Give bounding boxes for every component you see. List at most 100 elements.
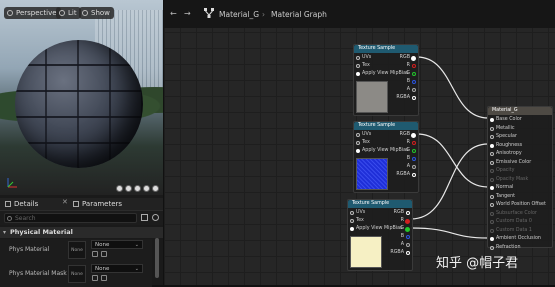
node-title: Texture Sample	[354, 45, 418, 53]
material-input-pin[interactable]: Opacity	[488, 167, 514, 175]
rgb-output-dot[interactable]	[411, 56, 416, 61]
pin-label: A	[406, 87, 410, 92]
material-input-pin[interactable]: Tangent	[488, 193, 515, 201]
material-input-pin[interactable]: Normal	[488, 184, 513, 192]
pin-label: Tex	[362, 63, 370, 68]
material-input-pin[interactable]: Specular	[488, 133, 517, 141]
r-output-dot[interactable]	[412, 64, 416, 68]
pin-label: UVs	[362, 55, 372, 60]
material-input-pin[interactable]: Base Color	[488, 116, 522, 124]
pin-label: Opacity	[496, 168, 515, 173]
material-input-pin[interactable]: Roughness	[488, 142, 522, 150]
tab-details-label: Details	[14, 200, 39, 208]
pin-label: Base Color	[496, 117, 522, 122]
lit-button[interactable]: Lit	[56, 7, 81, 19]
g-output-dot[interactable]	[412, 149, 416, 153]
pin-dot	[490, 194, 494, 199]
rgba-output-dot[interactable]	[406, 251, 410, 255]
close-details-icon[interactable]: ✕	[62, 198, 68, 206]
material-output-node[interactable]: Material_G Base Color Metallic Specular Rou…	[487, 106, 553, 250]
rgb-output-dot[interactable]	[406, 211, 410, 215]
a-output-dot[interactable]	[412, 165, 416, 169]
details-scrollbar[interactable]	[155, 238, 159, 278]
perspective-label: Perspective	[16, 9, 57, 17]
asset-dropdown[interactable]: None ⌄	[91, 264, 143, 273]
pin-dot	[490, 245, 494, 250]
forward-arrow-icon[interactable]: →	[184, 9, 191, 18]
view-options-icon[interactable]	[141, 214, 148, 221]
texture-sample-node[interactable]: Texture Sample UVs Tex Apply View MipBia…	[347, 199, 413, 271]
node-title: Texture Sample	[354, 122, 418, 130]
material-input-pin[interactable]: Opacity Mask	[488, 176, 528, 184]
g-output-dot[interactable]	[412, 72, 416, 76]
section-physical-material[interactable]: ▾ Physical Material	[0, 227, 163, 238]
material-input-pin[interactable]: Custom Data 1	[488, 227, 532, 235]
pin-dot	[490, 203, 494, 207]
rgb-output-dot[interactable]	[411, 133, 416, 138]
b-output-dot[interactable]	[406, 235, 410, 239]
material-input-pin[interactable]: Ambient Occlusion	[488, 235, 541, 243]
use-selected-icon[interactable]	[92, 251, 98, 257]
browse-icon[interactable]	[101, 275, 107, 281]
search-input[interactable]: Search	[4, 213, 137, 223]
rgba-output-dot[interactable]	[412, 96, 416, 100]
cube-preview-icon[interactable]	[143, 185, 150, 192]
breadcrumb-graph[interactable]: Material Graph	[271, 10, 327, 19]
material-input-pin[interactable]: World Position Offset	[488, 201, 546, 209]
material-input-pin[interactable]: Metallic	[488, 125, 515, 133]
tab-details[interactable]: Details	[2, 198, 38, 210]
show-button[interactable]: Show	[79, 7, 114, 19]
search-placeholder: Search	[15, 215, 36, 222]
rgba-output-dot[interactable]	[412, 173, 416, 177]
pin-label: B	[400, 234, 404, 239]
g-output-dot[interactable]	[405, 227, 410, 232]
pin-label: Tex	[362, 140, 370, 145]
plane-preview-icon[interactable]	[134, 185, 141, 192]
back-arrow-icon[interactable]: ←	[170, 9, 177, 18]
cylinder-preview-icon[interactable]	[116, 185, 123, 192]
details-tabbar: Details ✕ Parameters	[0, 198, 163, 211]
material-input-pin[interactable]: Custom Data 0	[488, 218, 532, 226]
asset-thumbnail[interactable]: None	[68, 265, 86, 283]
pin-dot	[490, 152, 494, 156]
sphere-preview-icon[interactable]	[125, 185, 132, 192]
b-output-dot[interactable]	[412, 157, 416, 161]
pin-label: Custom Data 1	[496, 227, 532, 233]
prop-label: Phys Material Mask	[9, 270, 67, 277]
pin-dot	[490, 160, 494, 165]
pin-dot	[490, 211, 494, 216]
mesh-preview-icon[interactable]	[152, 185, 159, 192]
browse-icon[interactable]	[101, 251, 107, 257]
breadcrumb-separator: ›	[262, 10, 265, 19]
pin-dot	[490, 143, 494, 148]
texture-sample-node[interactable]: Texture Sample UVs Tex Apply View MipBia…	[353, 121, 419, 193]
texture-sample-node[interactable]: Texture Sample UVs Tex Apply View MipBia…	[353, 44, 419, 116]
pin-label: R	[400, 218, 404, 223]
pin-label: R	[406, 140, 410, 145]
material-preview-viewport[interactable]: Perspective Lit Show	[0, 0, 163, 195]
node-title: Texture Sample	[348, 200, 412, 208]
a-output-dot[interactable]	[412, 88, 416, 92]
pin-label: A	[406, 164, 410, 169]
breadcrumb-material[interactable]: Material_G	[219, 10, 259, 19]
b-output-dot[interactable]	[412, 80, 416, 84]
pin-label: Apply View MipBias	[356, 226, 403, 231]
asset-dropdown[interactable]: None ⌄	[91, 240, 143, 249]
texture-preview-thumbnail	[356, 81, 388, 113]
perspective-button[interactable]: Perspective	[4, 7, 61, 19]
node-title: Material_G	[488, 107, 552, 115]
a-output-dot[interactable]	[406, 243, 410, 247]
settings-gear-icon[interactable]	[152, 214, 159, 221]
material-input-pin[interactable]: Anisotropy	[488, 150, 522, 158]
asset-thumbnail[interactable]: None	[68, 241, 86, 259]
material-input-pin[interactable]: Subsurface Color	[488, 210, 537, 218]
pin-label: Refraction	[496, 244, 521, 250]
material-input-pin[interactable]: Refraction	[488, 244, 521, 252]
r-output-dot[interactable]	[405, 219, 410, 224]
use-selected-icon[interactable]	[92, 275, 98, 281]
pin-dot	[490, 228, 494, 233]
material-input-pin[interactable]: Emissive Color	[488, 159, 531, 167]
thumb-label: None	[71, 272, 83, 277]
r-output-dot[interactable]	[412, 141, 416, 145]
tab-parameters[interactable]: Parameters	[70, 198, 122, 210]
